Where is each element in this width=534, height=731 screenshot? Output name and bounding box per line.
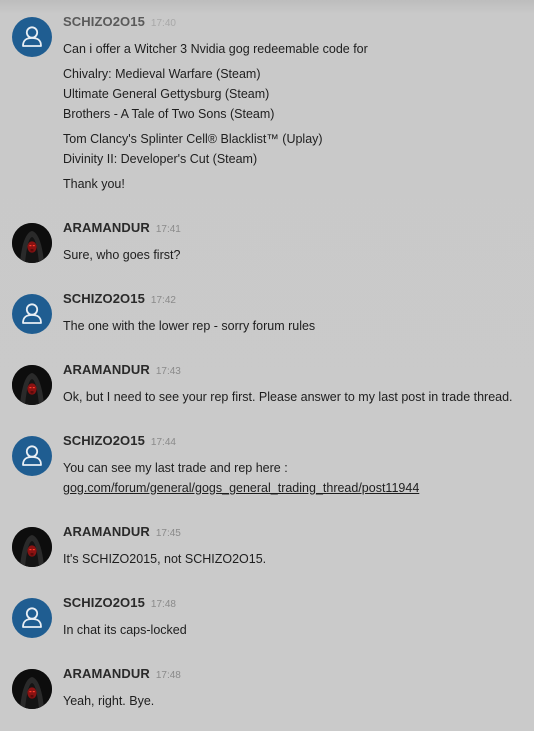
timestamp: 17:48 xyxy=(150,599,176,610)
default-user-icon[interactable] xyxy=(12,17,52,57)
author-name[interactable]: ARAMANDUR xyxy=(63,362,150,377)
message-header: SCHIZO2O15 17:44 xyxy=(63,433,176,451)
author-name[interactable]: ARAMANDUR xyxy=(63,524,150,539)
hooded-figure-avatar[interactable] xyxy=(12,527,52,567)
author-name[interactable]: SCHIZO2O15 xyxy=(63,595,145,610)
forum-post-link[interactable]: gog.com/forum/general/gogs_general_tradi… xyxy=(63,480,419,496)
message-text: Sure, who goes first? xyxy=(63,248,181,262)
hooded-figure-avatar[interactable] xyxy=(12,223,52,263)
timestamp: 17:48 xyxy=(155,670,181,681)
author-name[interactable]: ARAMANDUR xyxy=(63,220,150,235)
timestamp: 17:44 xyxy=(150,437,176,448)
message-header: SCHIZO2O15 17:40 xyxy=(63,14,176,32)
hooded-figure-avatar[interactable] xyxy=(12,669,52,709)
message-header: ARAMANDUR 17:41 xyxy=(63,220,181,238)
message-text: Divinity II: Developer's Cut (Steam) xyxy=(63,152,258,166)
timestamp: 17:45 xyxy=(155,528,181,539)
message-text: Yeah, right. Bye. xyxy=(63,694,155,708)
author-name[interactable]: SCHIZO2O15 xyxy=(63,433,145,448)
message-text: In chat its caps-locked xyxy=(63,623,187,637)
message-text: Can i offer a Witcher 3 Nvidia gog redee… xyxy=(63,42,368,56)
timestamp: 17:42 xyxy=(150,295,176,306)
message-text: You can see my last trade and rep here : xyxy=(63,461,288,475)
timestamp: 17:41 xyxy=(155,224,181,235)
message-text: The one with the lower rep - sorry forum… xyxy=(63,319,316,333)
message-header: ARAMANDUR 17:43 xyxy=(63,362,181,380)
chat-log: SCHIZO2O15 17:40 Can i offer a Witcher 3 … xyxy=(0,0,534,731)
hooded-figure-avatar[interactable] xyxy=(12,365,52,405)
author-name[interactable]: SCHIZO2O15 xyxy=(63,291,145,306)
message-header: ARAMANDUR 17:45 xyxy=(63,524,181,542)
message-text: Ultimate General Gettysburg (Steam) xyxy=(63,87,270,101)
message-text: Brothers - A Tale of Two Sons (Steam) xyxy=(63,107,275,121)
message-text: Chivalry: Medieval Warfare (Steam) xyxy=(63,67,261,81)
default-user-icon[interactable] xyxy=(12,598,52,638)
author-name[interactable]: SCHIZO2O15 xyxy=(63,14,145,29)
message-text: Tom Clancy's Splinter Cell® Blacklist™ (… xyxy=(63,132,323,146)
default-user-icon[interactable] xyxy=(12,436,52,476)
timestamp: 17:43 xyxy=(155,366,181,377)
message-text: It's SCHIZO2015, not SCHIZO2O15. xyxy=(63,552,267,566)
timestamp: 17:40 xyxy=(150,18,176,29)
message-text: Ok, but I need to see your rep first. Pl… xyxy=(63,390,513,404)
message-header: ARAMANDUR 17:48 xyxy=(63,666,181,684)
default-user-icon[interactable] xyxy=(12,294,52,334)
message-header: SCHIZO2O15 17:42 xyxy=(63,291,176,309)
message-text: Thank you! xyxy=(63,177,125,191)
author-name[interactable]: ARAMANDUR xyxy=(63,666,150,681)
message-header: SCHIZO2O15 17:48 xyxy=(63,595,176,613)
